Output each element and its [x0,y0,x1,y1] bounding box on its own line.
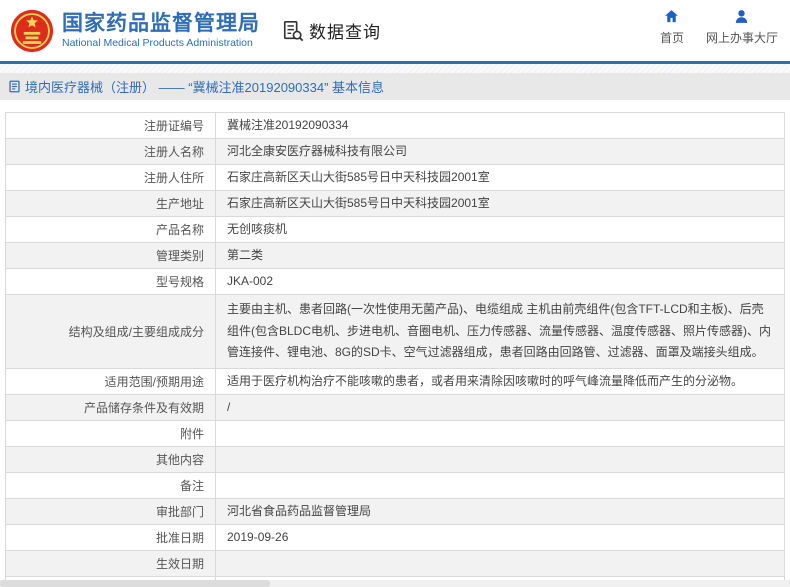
table-row: 审批部门 河北省食品药品监督管理局 [5,497,785,525]
row-label: 生效日期 [5,549,216,577]
nav-home[interactable]: 首页 [660,8,684,46]
user-icon [736,10,748,23]
table-row: 备注 [5,471,785,499]
row-label: 注册人住所 [5,164,216,191]
table-row: 批准日期 2019-09-26 [5,523,785,551]
table-row: 附件 [5,419,785,447]
row-label: 其他内容 [5,445,216,473]
breadcrumb: 境内医疗器械（注册） —— “冀械注准20192090334” 基本信息 [0,73,790,100]
row-value [215,445,785,473]
table-row: 产品名称 无创咳痰机 [5,216,785,243]
row-value: / [215,393,785,421]
hatch-strip [0,64,790,73]
home-icon [665,10,679,23]
row-value: 石家庄高新区天山大街585号日中天科技园2001室 [215,190,785,217]
table-row: 适用范围/预期用途 适用于医疗机构治疗不能咳嗽的患者，或者用来清除因咳嗽时的呼气… [5,367,785,395]
page-header: 国家药品监督管理局 National Medical Products Admi… [0,0,790,61]
nav-home-label: 首页 [659,31,684,45]
data-query-label: 数据查询 [309,23,381,42]
row-value [215,549,785,577]
table-row: 注册人名称 河北全康安医疗器械科技有限公司 [5,138,785,165]
row-label: 注册人名称 [5,138,216,165]
row-label: 产品名称 [5,216,216,243]
table-row: 其他内容 [5,445,785,473]
table-row: 产品储存条件及有效期 / [5,393,785,421]
row-label: 管理类别 [5,242,216,269]
row-label: 附件 [5,419,216,447]
row-label: 型号规格 [5,268,216,295]
table-row: 生效日期 [5,549,785,577]
row-value [215,419,785,447]
row-value: 适用于医疗机构治疗不能咳嗽的患者，或者用来清除因咳嗽时的呼气峰流量降低而产生的分… [215,367,785,395]
row-label: 结构及组成/主要组成成分 [5,294,216,369]
data-query-section: 数据查询 [282,18,381,43]
table-row: 结构及组成/主要组成成分 主要由主机、患者回路(一次性使用无菌产品)、电缆组成 … [5,294,785,369]
org-title-block: 国家药品监督管理局 National Medical Products Admi… [62,12,260,50]
row-value: 主要由主机、患者回路(一次性使用无菌产品)、电缆组成 主机由前壳组件(包含TFT… [215,294,785,369]
national-emblem-icon [10,9,54,52]
document-icon [9,80,20,93]
row-value: JKA-002 [215,268,785,295]
table-row: 注册证编号 冀械注准20192090334 [5,112,785,139]
row-label: 审批部门 [5,497,216,525]
row-value: 第二类 [215,242,785,269]
table-row: 注册人住所 石家庄高新区天山大街585号日中天科技园2001室 [5,164,785,191]
row-label: 注册证编号 [5,112,216,139]
row-value [215,471,785,499]
row-label: 备注 [5,471,216,499]
row-value: 河北省食品药品监督管理局 [215,497,785,525]
horizontal-scrollbar-thumb[interactable] [0,580,270,587]
top-nav: 首页 网上办事大厅 [660,8,778,46]
row-label: 适用范围/预期用途 [5,367,216,395]
row-label: 批准日期 [5,523,216,551]
table-row: 型号规格 JKA-002 [5,268,785,295]
table-row: 管理类别 第二类 [5,242,785,269]
row-value: 河北全康安医疗器械科技有限公司 [215,138,785,165]
row-value: 冀械注准20192090334 [215,112,785,139]
horizontal-scrollbar[interactable] [0,580,790,587]
registration-info-table-wrap: 注册证编号 冀械注准20192090334 注册人名称 河北全康安医疗器械科技有… [0,100,790,587]
nav-online-hall-label: 网上办事大厅 [705,31,778,45]
org-name-cn: 国家药品监督管理局 [62,11,260,35]
table-row: 生产地址 石家庄高新区天山大街585号日中天科技园2001室 [5,190,785,217]
row-value: 2019-09-26 [215,523,785,551]
row-value: 无创咳痰机 [215,216,785,243]
row-label: 产品储存条件及有效期 [5,393,216,421]
nav-online-hall[interactable]: 网上办事大厅 [706,8,778,46]
org-name-en: National Medical Products Administration [62,36,253,49]
registration-info-table: 注册证编号 冀械注准20192090334 注册人名称 河北全康安医疗器械科技有… [5,112,785,587]
breadcrumb-text: 境内医疗器械（注册） —— “冀械注准20192090334” 基本信息 [25,80,385,95]
row-label: 生产地址 [5,190,216,217]
document-search-icon [283,20,304,41]
row-value: 石家庄高新区天山大街585号日中天科技园2001室 [215,164,785,191]
